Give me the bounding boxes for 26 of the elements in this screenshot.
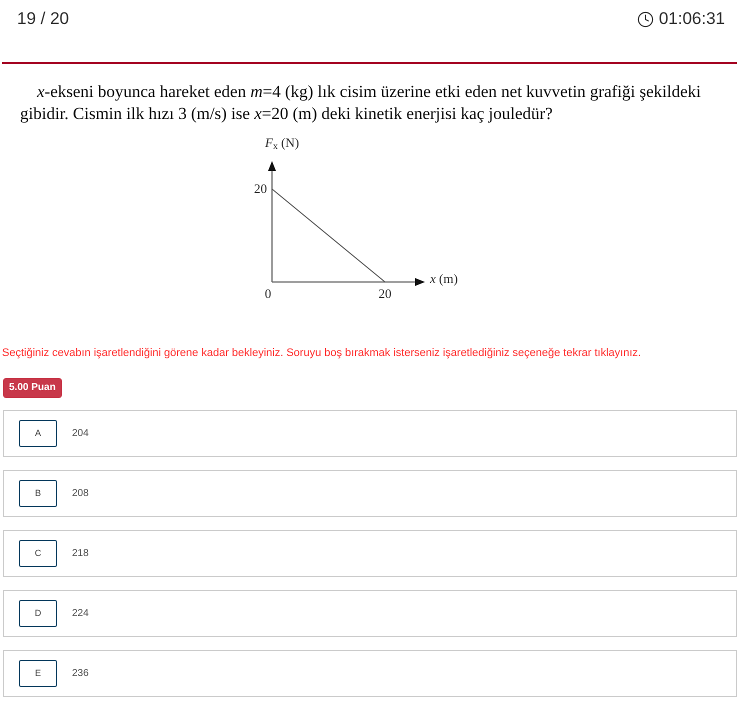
answer-option[interactable]: A 204 <box>3 410 737 457</box>
option-letter-button[interactable]: A <box>19 420 57 447</box>
option-text: 236 <box>72 667 89 681</box>
axis-tick-label: 20 <box>378 287 392 301</box>
answer-option[interactable]: D 224 <box>3 590 737 637</box>
clock-icon <box>636 10 654 28</box>
x-axis-title: x (m) <box>430 271 458 287</box>
question-counter: 19 / 20 <box>17 8 69 30</box>
answer-option[interactable]: B 208 <box>3 470 737 517</box>
y-axis-title: F$_{x}$ (N) <box>265 135 300 151</box>
points-badge: 5.00 Puan <box>3 378 62 398</box>
question-text: x-ekseni boyunca hareket eden m=4 (kg) lık cisim üzerine etki eden net kuvvetin grafiği şekildeki gibidir. Cismin ilk hızı 3 (m/s) ise x=20 (m) deki kinetik enerjisi kaç jouledür? <box>20 81 702 125</box>
option-text: 208 <box>72 487 89 501</box>
timer: 01:06:31 <box>658 8 725 30</box>
axis-tick-label: 20 <box>254 182 267 196</box>
option-letter-button[interactable]: D <box>19 600 57 627</box>
option-letter-button[interactable]: B <box>19 480 57 507</box>
axis-tick-label: 0 <box>264 287 272 301</box>
option-text: 204 <box>72 427 89 441</box>
answer-option[interactable]: C 218 <box>3 530 737 577</box>
option-text: 218 <box>72 547 89 561</box>
answer-option[interactable]: E 236 <box>3 650 737 697</box>
notice-text: Seçtiğiniz cevabın işaretlendiğini görene kadar bekleyiniz. Soruyu boş bırakmak isterseniz işaretlediğiniz seçeneğe tekrar tıklayınız. <box>2 346 642 360</box>
option-letter-button[interactable]: E <box>19 660 57 687</box>
option-letter-button[interactable]: C <box>19 540 57 567</box>
option-text: 224 <box>72 607 89 621</box>
